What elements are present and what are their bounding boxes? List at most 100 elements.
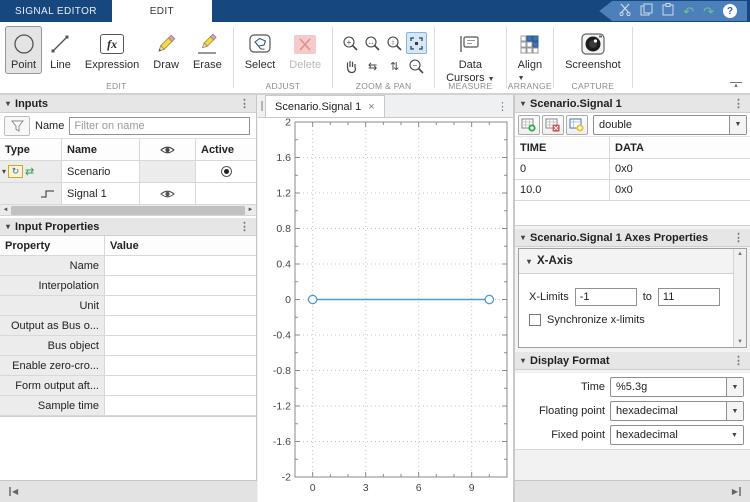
overflow-menu-icon[interactable]: ⋮ — [239, 97, 250, 110]
overflow-menu-icon[interactable]: ⋮ — [239, 220, 250, 233]
synchronize-x-limits-checkbox[interactable] — [529, 314, 541, 326]
quick-access-toolbar: ↶ ↷ ? — [599, 1, 747, 21]
scroll-up-icon[interactable]: ▲ — [737, 251, 743, 257]
x-max-field[interactable] — [657, 288, 720, 306]
scenario-active-radio[interactable] — [196, 161, 256, 182]
scenario-icon: ↻ — [8, 165, 24, 178]
zoom-x-icon[interactable]: ↔ — [362, 32, 383, 54]
tab-edit[interactable]: EDIT — [111, 0, 212, 22]
property-value-cell[interactable] — [105, 276, 256, 295]
signal-plot[interactable]: 0 3 6 9 -2 -1.6 -1.2 -0.8 -0.4 0 0.4 0.8 1.2 1.6 2 — [258, 117, 514, 502]
signal-name[interactable]: Signal 1 — [62, 183, 140, 204]
x-min-field[interactable] — [574, 288, 637, 306]
property-value-cell[interactable] — [105, 256, 256, 275]
fit-to-view-icon[interactable] — [406, 32, 428, 54]
property-value-cell[interactable] — [105, 356, 256, 375]
collapse-triangle-icon[interactable]: ▾ — [521, 233, 525, 242]
overflow-menu-icon[interactable]: ⋮ — [733, 97, 744, 110]
data-cell[interactable]: 0x0 — [610, 159, 750, 179]
signal-active-cell[interactable] — [196, 183, 256, 204]
plot-tab[interactable]: Scenario.Signal 1 × — [265, 95, 385, 117]
svg-text:-1.2: -1.2 — [273, 401, 291, 413]
inputs-table-header: Type Name Active — [0, 139, 256, 161]
select-button[interactable]: Select — [239, 26, 282, 74]
line-button[interactable]: Line — [44, 26, 77, 74]
chevron-down-icon[interactable]: ▼ — [726, 426, 743, 444]
signal-plot-canvas[interactable]: 0 3 6 9 -2 -1.6 -1.2 -0.8 -0.4 0 0.4 0.8 1.2 1.6 2 — [258, 117, 514, 502]
zoom-y-icon[interactable]: ↕ — [384, 32, 405, 54]
collapse-triangle-icon[interactable]: ▾ — [6, 222, 10, 231]
property-value-cell[interactable] — [105, 396, 256, 415]
cut-icon[interactable] — [619, 3, 631, 19]
close-icon[interactable]: × — [368, 101, 374, 113]
overflow-menu-icon[interactable]: ⋮ — [491, 100, 514, 113]
delete-row-button[interactable] — [542, 114, 564, 135]
right-status-bar: ▶ — [515, 480, 750, 502]
input-properties-header: ▾ Input Properties ⋮ — [0, 218, 256, 236]
chevron-down-icon[interactable]: ▼ — [726, 378, 743, 396]
collapse-triangle-icon[interactable]: ▾ — [521, 356, 525, 365]
property-value-cell[interactable] — [105, 336, 256, 355]
display-format-header: ▾ Display Format ⋮ — [515, 352, 750, 370]
chevron-down-icon[interactable]: ▼ — [726, 402, 743, 420]
align-button[interactable]: Align ▼ — [512, 26, 548, 86]
add-signal-button[interactable] — [566, 114, 588, 135]
expression-button[interactable]: fx Expression — [79, 26, 145, 74]
overflow-menu-icon[interactable]: ⋮ — [733, 231, 744, 244]
collapse-panel-left-icon[interactable]: ◀ — [9, 487, 18, 496]
draw-button[interactable]: Draw — [147, 26, 185, 74]
splitter-grip-icon[interactable] — [258, 95, 265, 117]
overflow-menu-icon[interactable]: ⋮ — [733, 354, 744, 367]
collapse-panel-right-icon[interactable]: ▶ — [732, 487, 741, 496]
zoom-in-icon[interactable]: + — [340, 32, 361, 54]
scroll-right-icon[interactable]: ► — [245, 207, 256, 213]
zoom-out-icon[interactable]: − — [406, 55, 427, 77]
help-icon[interactable]: ? — [723, 4, 737, 18]
copy-icon[interactable] — [640, 3, 653, 19]
chevron-down-icon[interactable]: ▼ — [729, 115, 746, 134]
time-format-dropdown[interactable]: %5.3g ▼ — [610, 377, 744, 397]
fixed-point-dropdown[interactable]: hexadecimal ▼ — [610, 425, 744, 445]
filter-input[interactable] — [69, 116, 250, 135]
scenario-name[interactable]: Scenario — [62, 161, 140, 182]
expand-triangle-icon[interactable]: ▾ — [2, 167, 6, 176]
tab-signal-editor[interactable]: SIGNAL EDITOR — [0, 0, 112, 22]
delete-button[interactable]: Delete — [283, 26, 327, 74]
redo-icon[interactable]: ↷ — [703, 5, 714, 18]
point-button[interactable]: Point — [5, 26, 43, 74]
collapse-ribbon-icon[interactable]: ▲ — [730, 82, 742, 90]
table-row-scenario[interactable]: ▾ ↻ ⇄ Scenario — [0, 161, 256, 183]
insert-row-button[interactable] — [518, 114, 540, 135]
datatype-dropdown[interactable]: double ▼ — [593, 114, 747, 135]
paste-icon[interactable] — [662, 3, 674, 19]
pan-icon[interactable] — [340, 55, 361, 77]
undo-icon[interactable]: ↶ — [683, 5, 694, 18]
property-value-cell[interactable] — [105, 376, 256, 395]
vertical-scrollbar[interactable]: ▲ ▼ — [733, 249, 746, 347]
ribbon-section-edit: Point Line fx Expression Draw Erase EDIT — [0, 22, 233, 93]
signal-visibility-eye-icon[interactable] — [140, 183, 196, 204]
time-cell[interactable]: 10.0 — [515, 180, 610, 200]
time-cell[interactable]: 0 — [515, 159, 610, 179]
svg-text:2: 2 — [285, 118, 291, 129]
scroll-left-icon[interactable]: ◄ — [0, 207, 11, 213]
property-value-cell[interactable] — [105, 316, 256, 335]
filter-button[interactable] — [4, 115, 30, 136]
scroll-down-icon[interactable]: ▼ — [737, 339, 743, 345]
pan-y-icon[interactable]: ⇅ — [384, 55, 405, 77]
svg-text:-0.8: -0.8 — [273, 365, 291, 377]
collapse-triangle-icon[interactable]: ▾ — [6, 99, 10, 108]
scrollbar-thumb[interactable] — [11, 205, 245, 215]
data-cell[interactable]: 0x0 — [610, 180, 750, 200]
screenshot-button[interactable]: Screenshot — [559, 26, 627, 74]
data-cursors-button[interactable]: Data Cursors ▼ — [440, 26, 501, 87]
property-value-cell[interactable] — [105, 296, 256, 315]
pan-x-icon[interactable]: ⇆ — [362, 55, 383, 77]
data-cursor-icon — [458, 31, 482, 57]
horizontal-scrollbar[interactable]: ◄ ► — [0, 205, 256, 216]
x-axis-section-header[interactable]: ▾ X-Axis — [519, 249, 746, 274]
erase-button[interactable]: Erase — [187, 26, 228, 74]
collapse-triangle-icon[interactable]: ▾ — [521, 99, 525, 108]
floating-point-dropdown[interactable]: hexadecimal ▼ — [610, 401, 744, 421]
table-row-signal[interactable]: Signal 1 — [0, 183, 256, 205]
